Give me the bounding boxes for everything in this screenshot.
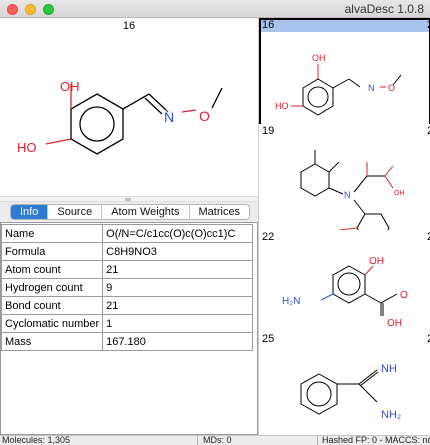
left-pane: 16 OH HO N O Info Source Atom Weights Ma… xyxy=(0,18,258,435)
property-value: C8H9NO3 xyxy=(102,242,253,261)
property-name: Formula xyxy=(0,242,104,261)
status-divider xyxy=(197,436,198,445)
property-value: O(/N=C/c1cc(O)c(O)cc1)C xyxy=(102,224,253,243)
zoom-window-button[interactable] xyxy=(43,4,54,15)
atom-label-o: O xyxy=(388,83,395,93)
properties-table: Name O(/N=C/c1cc(O)c(O)cc1)C Formula C8H9N… xyxy=(0,224,253,351)
atom-label-oh: OH xyxy=(60,79,80,94)
atom-label-oh: OH xyxy=(369,256,384,267)
status-mds: MDs: 0 xyxy=(203,435,232,445)
grid-cell[interactable]: 25 NH NH₂ xyxy=(259,332,430,435)
table-row[interactable]: Atom count 21 xyxy=(0,260,253,279)
selection-header xyxy=(261,20,429,32)
tab-matrices[interactable]: Matrices xyxy=(190,205,250,219)
atom-label-n: N xyxy=(344,190,351,200)
atom-label-nh: NH xyxy=(381,363,397,375)
tab-info[interactable]: Info xyxy=(11,205,49,219)
atom-label-n: N xyxy=(164,109,174,125)
grid-cell[interactable]: 22 OH O OH H₂N xyxy=(259,230,430,332)
grid-cell-id: 16 xyxy=(262,19,275,31)
molecule-thumbnail: N OH xyxy=(300,150,405,236)
molecule-thumbnail: NH NH₂ xyxy=(300,363,401,421)
molecule-thumbnail: OH O OH H₂N xyxy=(282,256,408,329)
status-fingerprints: Hashed FP: 0 - MACCS: nc xyxy=(322,435,430,445)
molecule-grid: 16 OH HO N O 2 19 xyxy=(258,18,430,435)
property-name: Bond count xyxy=(0,296,104,315)
property-name: Hydrogen count xyxy=(0,278,104,297)
property-value: 167.180 xyxy=(102,332,253,351)
atom-label-oh: OH xyxy=(387,318,402,329)
table-row[interactable]: Cyclomatic number 1 xyxy=(0,314,253,333)
molecule-viewer[interactable]: 16 OH HO N O xyxy=(0,18,258,196)
info-panel: Name O(/N=C/c1cc(O)c(O)cc1)C Formula C8H9N… xyxy=(0,222,258,435)
status-bar: Molecules: 1,305 MDs: 0 Hashed FP: 0 - M… xyxy=(0,435,430,445)
atom-label-oh: OH xyxy=(312,53,326,63)
grid-cell-selected[interactable]: 16 OH HO N O xyxy=(259,18,430,130)
tab-strip: Info Source Atom Weights Matrices xyxy=(10,204,251,220)
molecule-structure-large: OH HO N O xyxy=(17,79,223,155)
property-value: 1 xyxy=(102,314,253,333)
atom-label-o: O xyxy=(199,108,210,124)
property-name: Name xyxy=(0,224,104,243)
splitter-handle-icon[interactable] xyxy=(125,198,131,201)
tab-source[interactable]: Source xyxy=(48,205,103,219)
minimize-window-button[interactable] xyxy=(25,4,36,15)
atom-label-nh2: NH₂ xyxy=(381,409,401,421)
table-row[interactable]: Mass 167.180 xyxy=(0,332,253,351)
info-tabs: Info Source Atom Weights Matrices xyxy=(0,202,258,222)
table-row[interactable]: Hydrogen count 9 xyxy=(0,278,253,297)
atom-label-oh-small: OH xyxy=(394,190,405,197)
grid-cell[interactable]: 19 N OH xyxy=(259,124,430,236)
property-name: Atom count xyxy=(0,260,104,279)
table-row[interactable]: Name O(/N=C/c1cc(O)c(O)cc1)C xyxy=(0,224,253,243)
atom-label-ho: HO xyxy=(17,140,37,155)
close-window-button[interactable] xyxy=(7,4,18,15)
atom-label-h2n: H₂N xyxy=(282,296,300,307)
table-row[interactable]: Bond count 21 xyxy=(0,296,253,315)
tab-atom-weights[interactable]: Atom Weights xyxy=(102,205,190,219)
atom-label-n: N xyxy=(368,83,375,93)
property-value: 21 xyxy=(102,260,253,279)
molecule-thumbnail: OH HO N O xyxy=(275,53,402,116)
table-row[interactable]: Formula C8H9NO3 xyxy=(0,242,253,261)
atom-label-o: O xyxy=(400,290,408,301)
status-molecules: Molecules: 1,305 xyxy=(2,435,71,445)
property-value: 9 xyxy=(102,278,253,297)
title-bar: alvaDesc 1.0.8 xyxy=(0,0,430,18)
property-name: Cyclomatic number xyxy=(0,314,104,333)
status-divider xyxy=(317,436,318,445)
atom-label-ho: HO xyxy=(275,101,289,111)
property-name: Mass xyxy=(0,332,104,351)
window-title: alvaDesc 1.0.8 xyxy=(344,2,424,16)
property-value: 21 xyxy=(102,296,253,315)
